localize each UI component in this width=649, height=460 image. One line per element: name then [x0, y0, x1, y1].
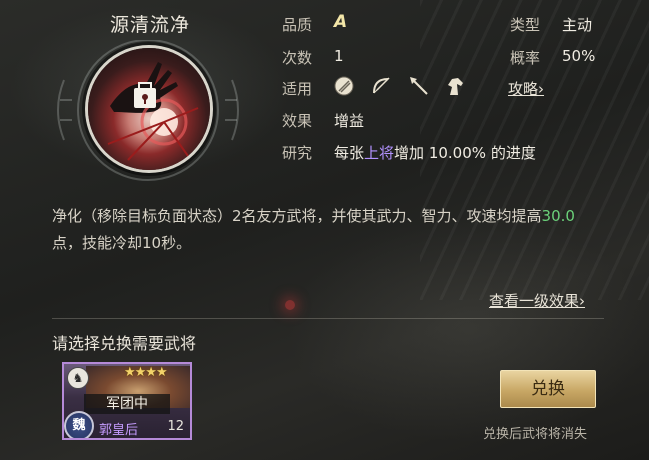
type-value: 主动 — [562, 16, 593, 34]
general-card[interactable]: ♞ ★★★★ 军团中 魏 郭皇后 12 — [62, 362, 192, 440]
horse-icon: ♞ — [67, 367, 89, 389]
purify-hand-icon — [107, 62, 199, 161]
select-general-title: 请选择兑换需要武将 — [52, 334, 197, 353]
general-name: 郭皇后 — [99, 423, 139, 438]
horse-icon — [448, 78, 463, 95]
description-value: 30.0 — [541, 207, 575, 225]
research-suffix: 的进度 — [490, 144, 536, 162]
research-middle: 增加 — [394, 144, 425, 162]
shield-icon — [334, 76, 354, 96]
research-label: 研究 — [282, 144, 313, 162]
exchange-note: 兑换后武将将消失 — [483, 427, 588, 442]
skill-name: 源清流净 — [109, 14, 191, 36]
exchange-button[interactable]: 兑换 — [500, 370, 596, 408]
effect-label: 效果 — [282, 112, 313, 130]
type-label: 类型 — [510, 16, 541, 34]
bow-icon — [373, 77, 390, 94]
effect-value: 增益 — [334, 112, 365, 130]
chevron-right-icon: › — [579, 292, 586, 310]
view-level-one-label: 查看一级效果 — [489, 292, 580, 310]
skill-icon — [88, 48, 210, 170]
rate-value: 50% — [562, 47, 596, 65]
general-status-tag: 军团中 — [84, 394, 170, 414]
guide-link[interactable]: 攻略› — [508, 78, 544, 99]
view-level-one-link[interactable]: 查看一级效果› — [489, 290, 585, 311]
spear-icon — [410, 77, 428, 95]
count-label: 次数 — [282, 49, 313, 67]
count-value: 1 — [334, 47, 344, 65]
research-highlight: 上将 — [364, 144, 395, 162]
quality-label: 品质 — [282, 16, 313, 34]
divider — [52, 318, 604, 319]
star-rating: ★★★★ — [124, 365, 168, 380]
guide-link-label: 攻略 — [508, 80, 539, 98]
general-level: 12 — [167, 419, 184, 434]
rate-label: 概率 — [510, 49, 541, 67]
description-part2: 点，技能冷却10秒。 — [52, 234, 192, 252]
research-prefix: 每张 — [334, 144, 365, 162]
faction-badge: 魏 — [64, 411, 94, 438]
description-part1: 净化（移除目标负面状态）2名友方武将，并使其武力、智力、攻速均提高 — [52, 207, 542, 225]
applicable-label: 适用 — [282, 80, 313, 98]
chevron-right-icon: › — [538, 80, 545, 98]
background-glow — [285, 300, 295, 310]
research-percent: 10.00% — [428, 144, 487, 162]
skill-description: 净化（移除目标负面状态）2名友方武将，并使其武力、智力、攻速均提高30.0 点，技… — [52, 203, 597, 257]
quality-value: A — [334, 12, 348, 32]
research-text: 每张上将增加 10.00% 的进度 — [334, 142, 536, 163]
